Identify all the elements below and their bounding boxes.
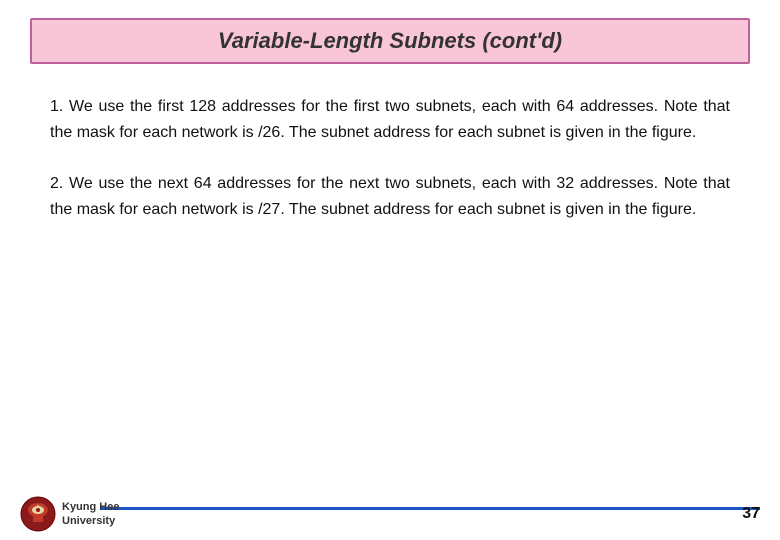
logo-area: Kyung Hee University <box>20 496 119 532</box>
footer: Kyung Hee University 37 <box>0 490 780 540</box>
page-number: 37 <box>742 505 760 523</box>
paragraph-2: 2. We use the next 64 addresses for the … <box>50 171 730 224</box>
footer-line <box>100 507 760 510</box>
title-bar: Variable-Length Subnets (cont'd) <box>30 18 750 64</box>
paragraph-1: 1. We use the first 128 addresses for th… <box>50 94 730 147</box>
slide: Variable-Length Subnets (cont'd) 1. We u… <box>0 0 780 540</box>
university-logo-icon <box>20 496 56 532</box>
slide-title: Variable-Length Subnets (cont'd) <box>218 28 562 53</box>
content-area: 1. We use the first 128 addresses for th… <box>0 64 780 490</box>
university-name: Kyung Hee University <box>62 500 119 529</box>
